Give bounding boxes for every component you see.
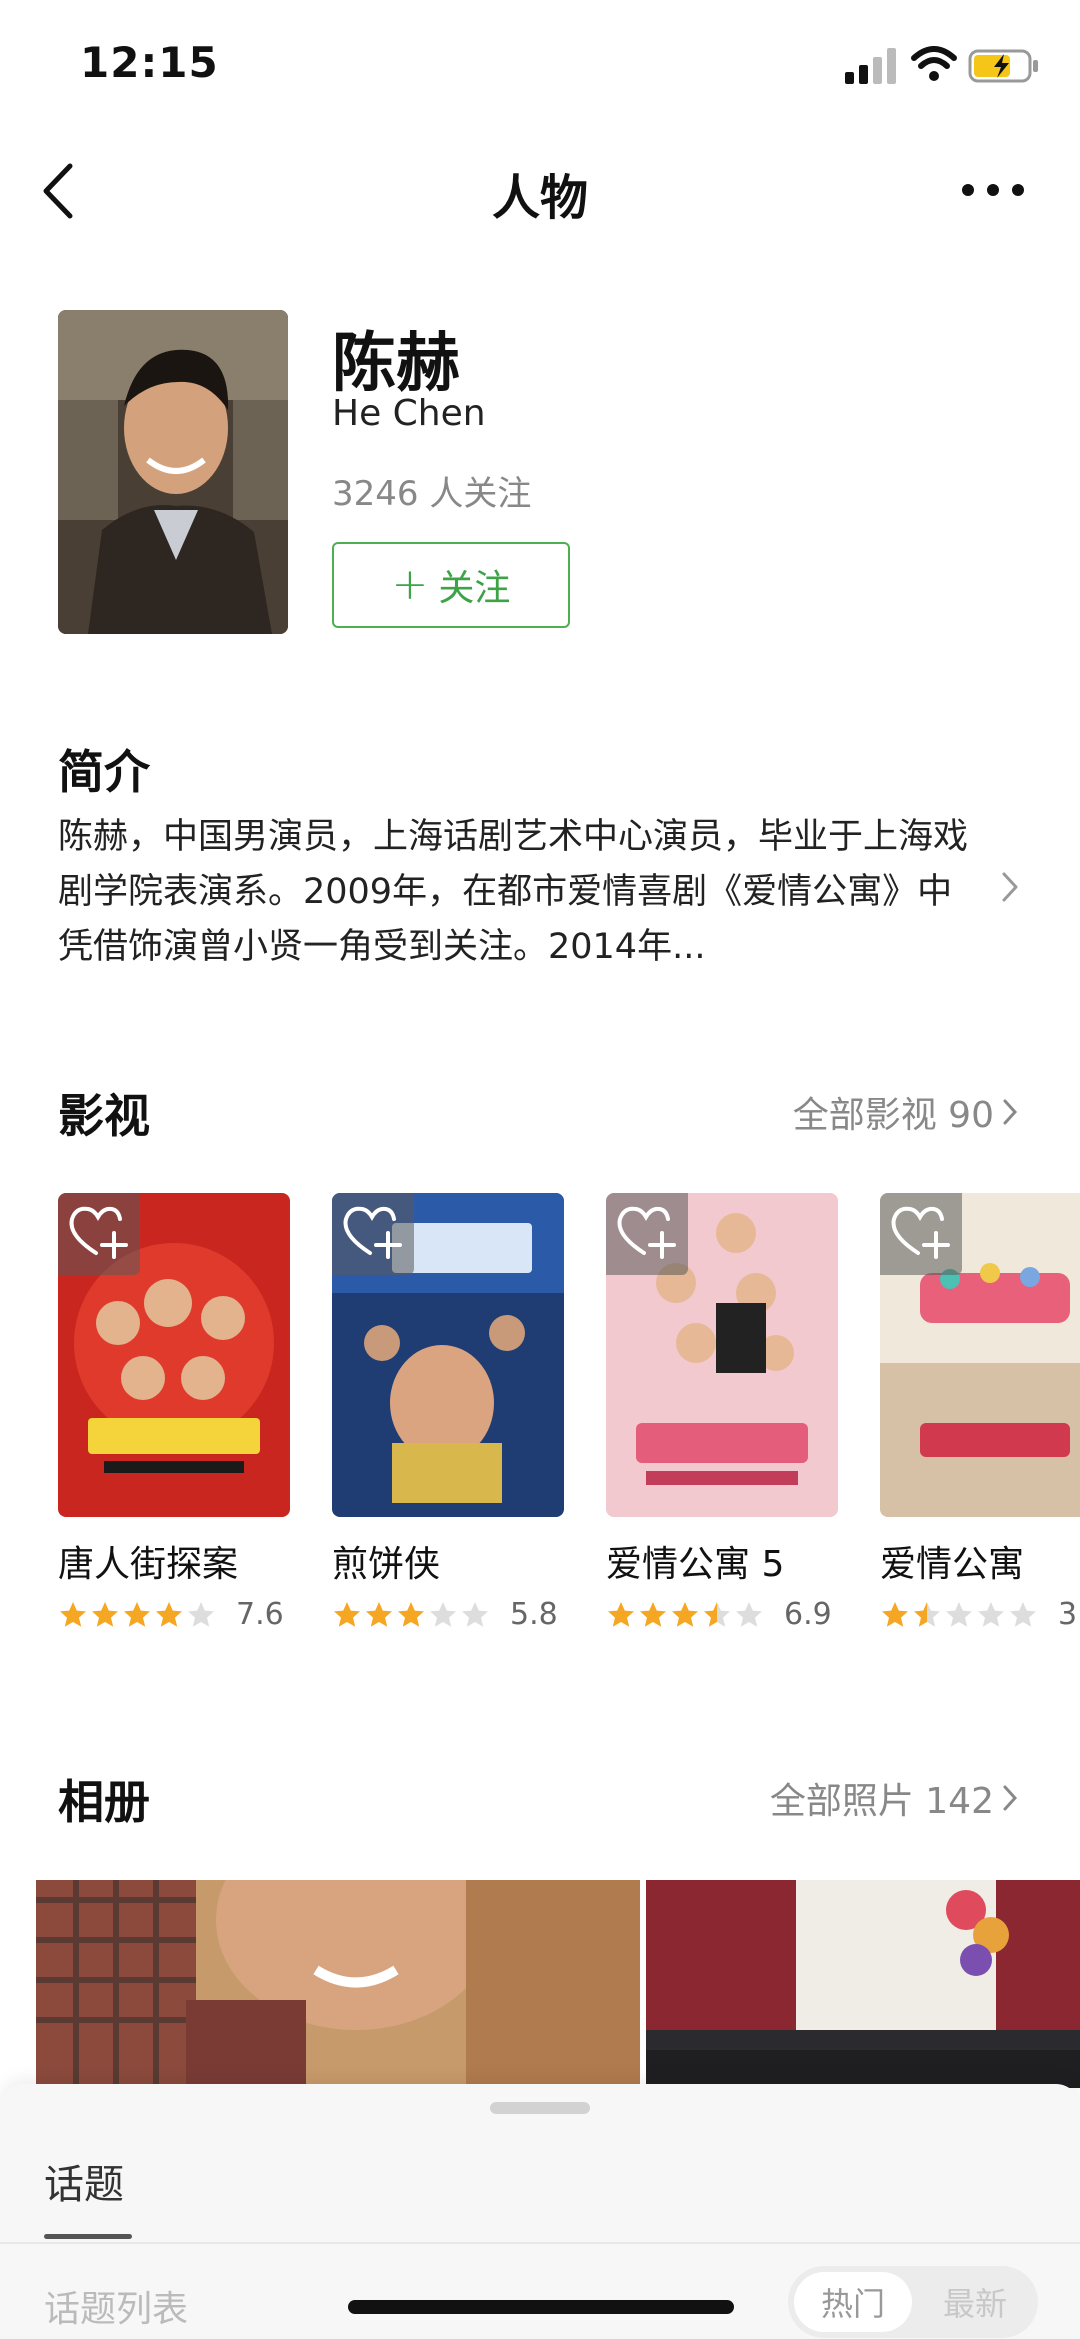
person-page: 12:15 人物 陈赫 He Chen 3246 人关注 + 关注 简介 陈赫，… [0, 0, 1080, 2339]
sort-new-button[interactable]: 最新 [918, 2272, 1032, 2332]
star-icon [124, 1601, 150, 1627]
status-time: 12:15 [80, 38, 219, 87]
album-photo[interactable] [646, 1880, 1080, 2088]
star-icon [188, 1601, 214, 1627]
star-icon [882, 1601, 908, 1627]
star-icon [736, 1601, 762, 1627]
add-favorite-badge[interactable] [332, 1193, 414, 1275]
star-icon [462, 1601, 488, 1627]
film-rating: 6.9 [606, 1597, 838, 1632]
film-title: 爱情公寓 [880, 1544, 1025, 1585]
film-title: 煎饼侠 [332, 1544, 441, 1585]
album-photo[interactable] [36, 1880, 640, 2088]
star-icon [978, 1601, 1004, 1627]
person-english-name: He Chen [332, 393, 486, 434]
star-icon [914, 1601, 940, 1627]
film-poster[interactable] [606, 1193, 838, 1517]
page-title: 人物 [491, 170, 588, 226]
star-icon [60, 1601, 86, 1627]
battery-charging-icon [968, 49, 1038, 83]
film-rating: 3 [880, 1597, 1080, 1632]
film-card[interactable]: 爱情公寓 5 6.9 [606, 1193, 838, 1632]
star-rating [332, 1600, 490, 1630]
album-title: 相册 [58, 1775, 150, 1829]
star-icon [672, 1601, 698, 1627]
film-title: 唐人街探案 [58, 1544, 239, 1585]
all-photos-label: 全部照片 142 [769, 1781, 994, 1822]
tab-indicator [44, 2234, 132, 2239]
film-rating: 7.6 [58, 1597, 290, 1632]
all-films-link[interactable]: 全部影视 90 [793, 1086, 1018, 1138]
more-icon[interactable] [958, 170, 1028, 210]
film-card[interactable]: 唐人街探案 7.6 [58, 1193, 290, 1632]
heart-plus-icon [69, 1206, 128, 1259]
person-name: 陈赫 [332, 327, 460, 401]
intro-text[interactable]: 陈赫，中国男演员，上海话剧艺术中心演员，毕业于上海戏剧学院表演系。2009年，在… [58, 810, 978, 975]
film-rating: 5.8 [332, 1597, 564, 1632]
star-icon [398, 1601, 424, 1627]
tab-topics[interactable]: 话题 [44, 2152, 124, 2210]
all-photos-link[interactable]: 全部照片 142 [770, 1772, 1018, 1824]
follow-button[interactable]: + 关注 [332, 542, 570, 628]
chevron-right-icon [1003, 1099, 1018, 1125]
heart-plus-icon [343, 1206, 402, 1259]
film-score: 5.8 [510, 1597, 558, 1632]
film-title: 爱情公寓 5 [606, 1544, 785, 1585]
chevron-right-icon[interactable] [1000, 870, 1020, 904]
heart-plus-icon [617, 1206, 676, 1259]
film-score: 3 [1058, 1597, 1078, 1632]
sheet-drag-handle[interactable] [490, 2102, 590, 2114]
star-rating [880, 1600, 1038, 1630]
star-icon [156, 1601, 182, 1627]
add-favorite-badge[interactable] [880, 1193, 962, 1275]
follower-count: 3246 人关注 [332, 474, 532, 514]
divider [0, 2242, 1080, 2244]
all-films-label: 全部影视 90 [792, 1095, 994, 1136]
star-icon [946, 1601, 972, 1627]
film-poster[interactable] [58, 1193, 290, 1517]
film-list: 唐人街探案 7.6 煎饼侠 5.8 爱情公寓 5 6.9 爱情公寓 3 [58, 1193, 1080, 1633]
star-icon [1010, 1601, 1036, 1627]
film-poster[interactable] [880, 1193, 1080, 1517]
films-title: 影视 [58, 1089, 150, 1143]
film-score: 6.9 [784, 1597, 832, 1632]
sort-segmented-control: 热门 最新 [788, 2266, 1038, 2338]
star-icon [366, 1601, 392, 1627]
star-icon [334, 1601, 360, 1627]
wifi-icon [911, 46, 957, 81]
topic-list-label: 话题列表 [44, 2289, 189, 2330]
star-icon [704, 1601, 730, 1627]
home-indicator [348, 2300, 734, 2314]
sort-hot-button[interactable]: 热门 [794, 2272, 912, 2332]
star-icon [430, 1601, 456, 1627]
star-icon [92, 1601, 118, 1627]
heart-plus-icon [891, 1206, 950, 1259]
film-poster[interactable] [332, 1193, 564, 1517]
intro-title: 简介 [58, 745, 150, 799]
status-bar: 12:15 [0, 0, 1080, 130]
avatar [58, 310, 288, 634]
film-score: 7.6 [236, 1597, 284, 1632]
star-icon [608, 1601, 634, 1627]
film-card[interactable]: 煎饼侠 5.8 [332, 1193, 564, 1632]
add-favorite-badge[interactable] [606, 1193, 688, 1275]
plus-icon: + [391, 559, 429, 610]
nav-bar: 人物 [0, 130, 1080, 250]
star-rating [606, 1600, 764, 1630]
star-icon [640, 1601, 666, 1627]
follow-button-label: 关注 [438, 568, 511, 609]
film-card[interactable]: 爱情公寓 3 [880, 1193, 1080, 1632]
chevron-right-icon [1003, 1785, 1018, 1811]
add-favorite-badge[interactable] [58, 1193, 140, 1275]
signal-icon [845, 48, 896, 84]
star-rating [58, 1600, 216, 1630]
